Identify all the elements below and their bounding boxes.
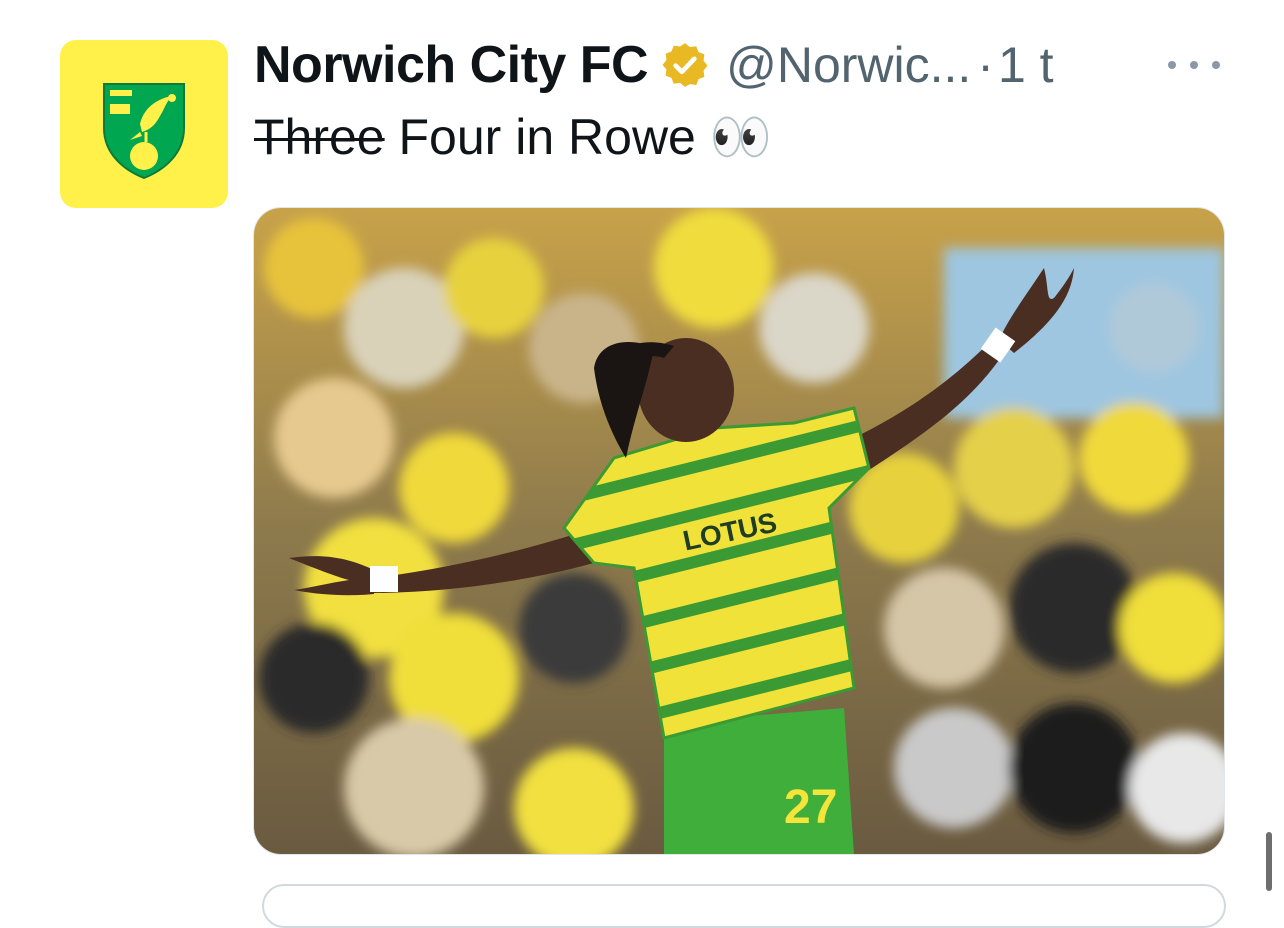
gold-verified-badge-icon[interactable] bbox=[660, 40, 710, 90]
more-options-button[interactable] bbox=[1168, 50, 1220, 80]
author-avatar[interactable] bbox=[60, 40, 228, 208]
separator-dot: · bbox=[977, 37, 994, 93]
eyes-emoji: 👀 bbox=[709, 109, 773, 165]
tweet-timestamp[interactable]: 1 t bbox=[998, 36, 1054, 94]
tweet-text-body: Four in Rowe bbox=[384, 109, 710, 165]
struck-text: Three bbox=[254, 109, 385, 165]
ellipsis-icon bbox=[1168, 61, 1176, 69]
author-handle[interactable]: @Norwic... bbox=[726, 36, 971, 94]
tweet-text: Three Four in Rowe 👀 bbox=[254, 108, 772, 167]
shirt-number: 27 bbox=[784, 781, 837, 834]
scrollbar[interactable] bbox=[1266, 832, 1272, 891]
tweet-header: Norwich City FC @Norwic... · 1 t bbox=[254, 30, 1054, 100]
norwich-crest-icon bbox=[103, 83, 185, 180]
tweet-media-photo[interactable]: 27 LOTUS bbox=[253, 207, 1225, 855]
author-name[interactable]: Norwich City FC bbox=[254, 35, 649, 95]
